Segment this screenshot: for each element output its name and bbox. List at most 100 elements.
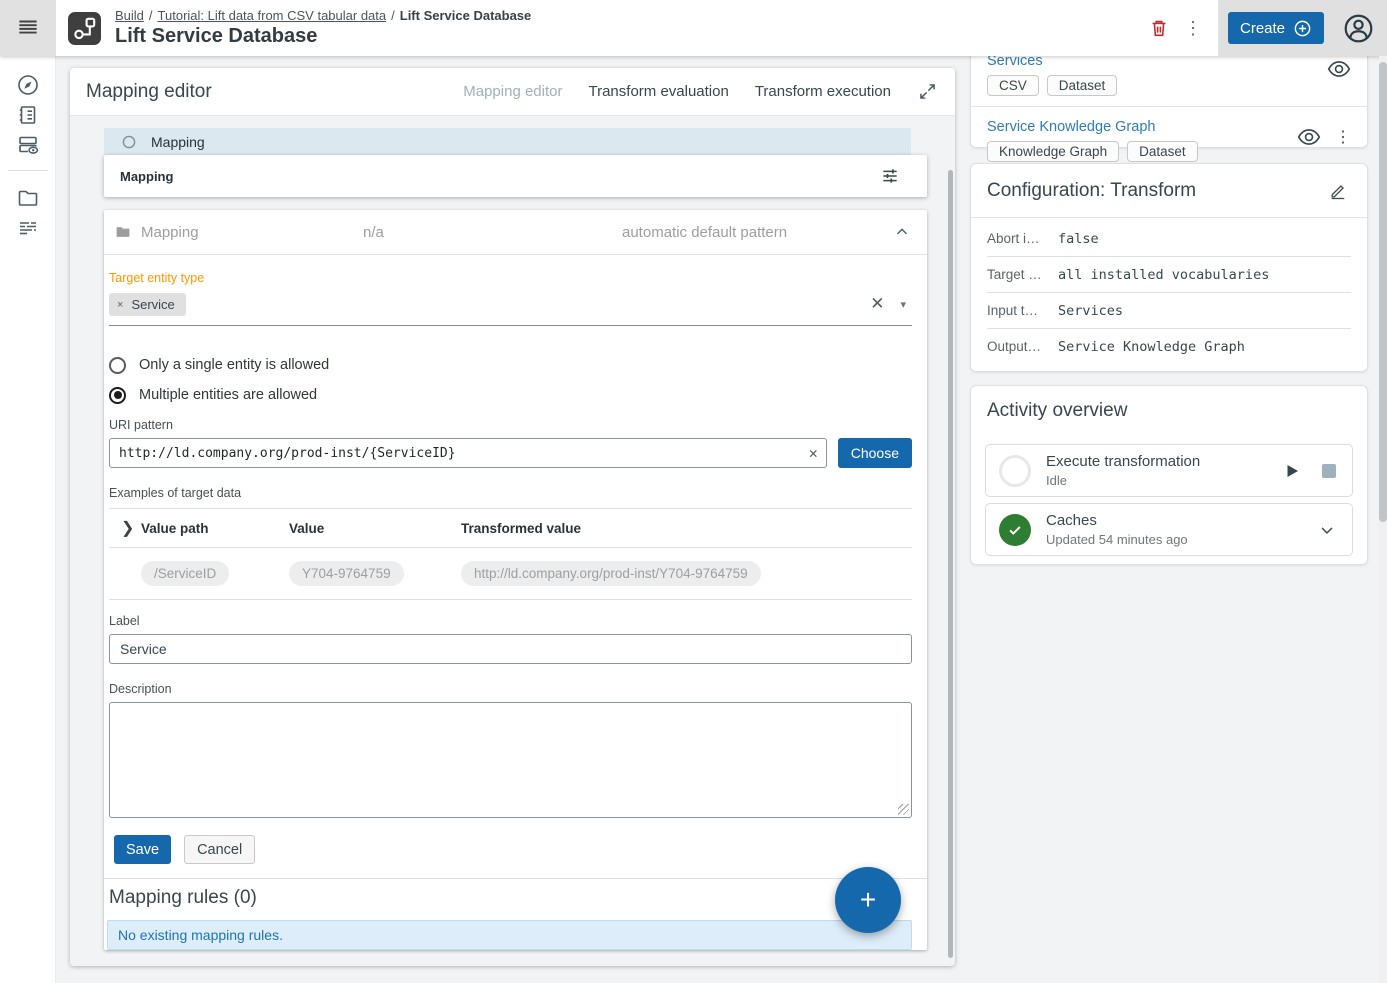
save-button[interactable]: Save (114, 835, 171, 864)
activity-controls (1281, 460, 1339, 482)
expand-row-icon[interactable]: ❯ (121, 518, 134, 538)
chevron-down-icon[interactable]: ▾ (900, 298, 906, 311)
hamburger-menu-button[interactable] (15, 15, 41, 41)
compass-icon (16, 73, 40, 97)
config-value: false (1058, 231, 1099, 247)
config-value: Services (1058, 303, 1123, 319)
sidebar-item-datasets[interactable] (8, 130, 48, 160)
description-textarea[interactable] (109, 702, 912, 818)
uri-pattern-input[interactable]: http://ld.company.org/prod-inst/{Service… (109, 438, 827, 468)
no-rules-banner: No existing mapping rules. (107, 920, 912, 950)
sidebar-item-files[interactable] (8, 183, 48, 213)
eye-icon (1296, 124, 1322, 150)
skg-more-menu-button[interactable]: ⋮ (1333, 123, 1353, 151)
mapping-rule-pattern-info: automatic default pattern (622, 224, 787, 241)
form-actions: Save Cancel (109, 818, 912, 870)
activity-controls (1315, 518, 1339, 542)
activity-text: Caches Updated 54 minutes ago (1046, 512, 1188, 547)
service-knowledge-graph-link[interactable]: Service Knowledge Graph (987, 119, 1155, 135)
description-field: Description (109, 682, 912, 818)
tag-csv: CSV (987, 75, 1039, 96)
expand-caches-button[interactable] (1315, 518, 1339, 542)
activity-caches: Caches Updated 54 minutes ago (985, 503, 1353, 556)
clear-selection-icon[interactable]: ✕ (870, 294, 884, 314)
mapping-detail-header[interactable]: Mapping n/a automatic default pattern (104, 210, 927, 255)
activity-overview-title: Activity overview (987, 400, 1127, 422)
services-dataset-tags: CSV Dataset (987, 75, 1351, 96)
breadcrumb-build-link[interactable]: Build (115, 8, 144, 23)
config-value: all installed vocabularies (1058, 267, 1269, 283)
page-scrollbar-thumb[interactable] (1379, 62, 1387, 522)
mapping-detail-form: Target entity type × Service ✕ ▾ Only a … (104, 255, 927, 870)
add-mapping-rule-fab[interactable]: + (835, 867, 901, 933)
tab-mapping-editor[interactable]: Mapping editor (463, 83, 562, 100)
label-input[interactable] (109, 634, 912, 664)
tag-dataset: Dataset (1127, 141, 1198, 162)
breadcrumb-current: Lift Service Database (400, 8, 532, 23)
delete-project-button[interactable] (1142, 11, 1176, 45)
inner-scrollbar-thumb[interactable] (948, 170, 953, 958)
target-entity-type-select[interactable]: × Service ✕ ▾ (109, 291, 912, 326)
examples-section: Examples of target data ❯ Value path Val… (109, 486, 912, 600)
status-success-icon (999, 514, 1031, 546)
folder-small-icon (114, 223, 132, 241)
sidebar-item-explore[interactable] (8, 70, 48, 100)
activity-status: Idle (1046, 473, 1200, 488)
user-menu-button[interactable] (1340, 10, 1376, 46)
activity-overview-card: Activity overview Execute transformation… (970, 385, 1368, 565)
app-logo[interactable] (68, 12, 101, 45)
config-value: Service Knowledge Graph (1058, 339, 1245, 355)
choose-uri-button[interactable]: Choose (838, 438, 912, 468)
entity-type-chip[interactable]: × Service (109, 293, 186, 316)
sidebar-item-query[interactable] (8, 213, 48, 243)
edit-configuration-button[interactable] (1325, 178, 1351, 204)
radio-single-entity[interactable]: Only a single entity is allowed (109, 350, 912, 380)
workflow-logo-icon (73, 16, 97, 40)
page-scrollbar[interactable] (1379, 56, 1387, 983)
breadcrumb-tutorial-link[interactable]: Tutorial: Lift data from CSV tabular dat… (158, 8, 387, 23)
chevron-up-icon[interactable] (893, 223, 911, 241)
header-gray-section: Create (1218, 0, 1387, 56)
activity-execute-transformation: Execute transformation Idle (985, 444, 1353, 497)
tab-transform-execution[interactable]: Transform execution (755, 83, 891, 100)
notebook-list-icon (16, 103, 40, 127)
activity-title: Caches (1046, 512, 1188, 529)
preview-skg-button[interactable] (1295, 123, 1323, 151)
entity-type-chip-label: Service (131, 297, 174, 312)
mapping-tree-item-root[interactable]: Mapping (104, 128, 911, 155)
config-row-input: Input t… Services (987, 293, 1351, 329)
panel-title: Mapping editor (86, 81, 212, 103)
mapping-settings-button[interactable] (877, 163, 903, 189)
maximize-panel-button[interactable] (913, 78, 941, 106)
breadcrumb: Build / Tutorial: Lift data from CSV tab… (115, 8, 531, 23)
services-row-actions (1325, 55, 1353, 83)
cancel-button[interactable]: Cancel (184, 835, 255, 864)
activity-text: Execute transformation Idle (1046, 453, 1200, 488)
stop-activity-button[interactable] (1319, 461, 1339, 481)
dataset-view-icon (16, 133, 40, 157)
trash-icon (1148, 17, 1170, 39)
config-label: Input t… (987, 303, 1043, 318)
preview-services-button[interactable] (1325, 55, 1353, 83)
examples-table-row: /ServiceID Y704-9764759 http://ld.compan… (109, 547, 912, 600)
config-label: Output… (987, 339, 1043, 354)
clear-uri-icon[interactable]: ✕ (809, 444, 818, 462)
radio-multiple-entities[interactable]: Multiple entities are allowed (109, 380, 912, 410)
start-activity-button[interactable] (1281, 460, 1303, 482)
create-button[interactable]: Create (1228, 12, 1324, 44)
app-header: Build / Tutorial: Lift data from CSV tab… (0, 0, 1387, 56)
mapping-editor-panel-header: Mapping editor Mapping editor Transform … (70, 68, 955, 116)
header-more-menu-button[interactable]: ⋮ (1176, 11, 1210, 45)
status-idle-icon (999, 455, 1031, 487)
circle-node-icon (122, 135, 136, 149)
chip-remove-icon[interactable]: × (117, 299, 123, 311)
chevron-down-icon (1317, 520, 1337, 540)
column-header-value-path: Value path (141, 521, 289, 536)
tab-transform-evaluation[interactable]: Transform evaluation (588, 83, 728, 100)
pencil-icon (1328, 181, 1348, 201)
sidebar-item-activities[interactable] (8, 100, 48, 130)
mapping-tree-item-label: Mapping (151, 134, 205, 150)
activity-list: Execute transformation Idle Caches (971, 435, 1367, 565)
header-actions: ⋮ Create (1142, 0, 1387, 56)
radio-unchecked-icon (109, 357, 126, 374)
